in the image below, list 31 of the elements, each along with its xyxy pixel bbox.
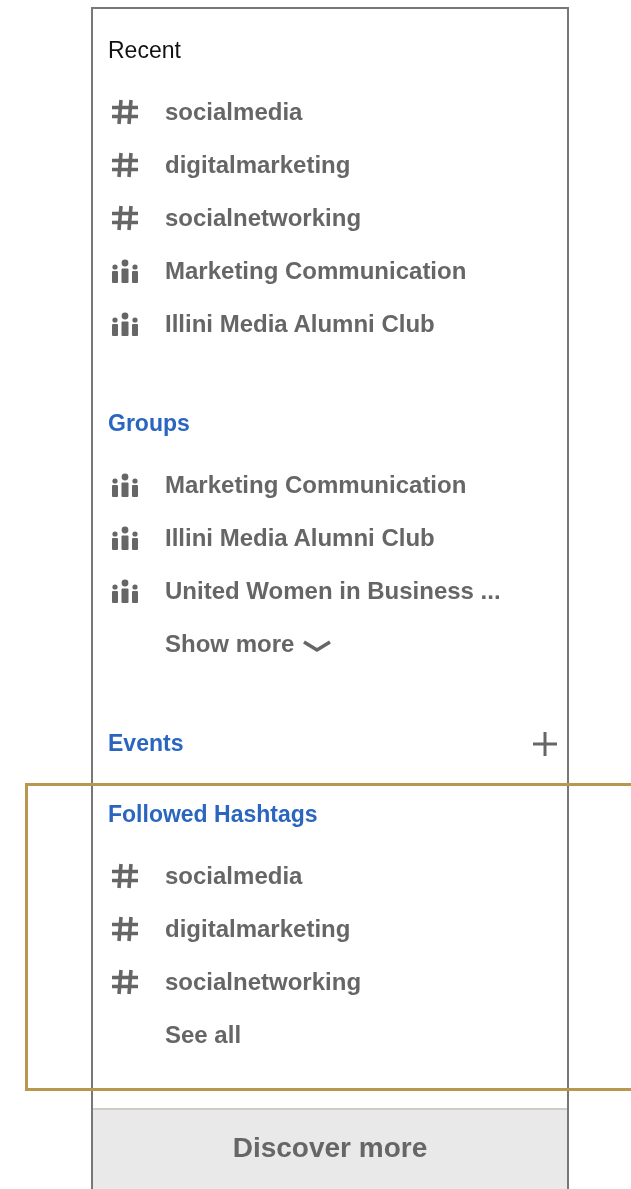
sidebar-item[interactable]: Illini Media Alumni Club (165, 309, 435, 338)
hashtag-icon (111, 151, 139, 178)
show-more-button[interactable]: Show more (165, 629, 333, 658)
sidebar-item[interactable]: Illini Media Alumni Club (165, 523, 435, 552)
section-link[interactable]: Groups (108, 410, 190, 437)
section-link[interactable]: Events (108, 730, 184, 757)
sidebar-item[interactable]: United Women in Business ... (165, 576, 501, 605)
section-title: Recent (108, 37, 181, 64)
hashtag-icon (111, 862, 139, 889)
sidebar-item[interactable]: Marketing Communication (165, 256, 467, 285)
people-icon (111, 472, 139, 497)
hashtag-icon (111, 968, 139, 995)
sidebar-item[interactable]: digitalmarketing (165, 914, 351, 943)
people-icon (111, 311, 139, 336)
sidebar-item[interactable]: Marketing Communication (165, 470, 467, 499)
sidebar-item[interactable]: socialnetworking (165, 203, 362, 232)
section-link[interactable]: Followed Hashtags (108, 801, 318, 828)
discover-more-button[interactable]: Discover more (93, 1108, 567, 1189)
sidebar-item[interactable]: socialnetworking (165, 967, 362, 996)
sidebar-item[interactable]: socialmedia (165, 861, 303, 890)
hashtag-icon (111, 915, 139, 942)
hashtag-icon (111, 98, 139, 125)
add-icon[interactable] (531, 729, 559, 758)
sidebar-item[interactable]: socialmedia (165, 97, 303, 126)
sidebar-item[interactable]: digitalmarketing (165, 150, 351, 179)
people-icon (111, 578, 139, 603)
hashtag-icon (111, 204, 139, 231)
see-all-link[interactable]: See all (165, 1020, 242, 1049)
chevron-down-icon (302, 638, 333, 653)
people-icon (111, 258, 139, 283)
people-icon (111, 525, 139, 550)
